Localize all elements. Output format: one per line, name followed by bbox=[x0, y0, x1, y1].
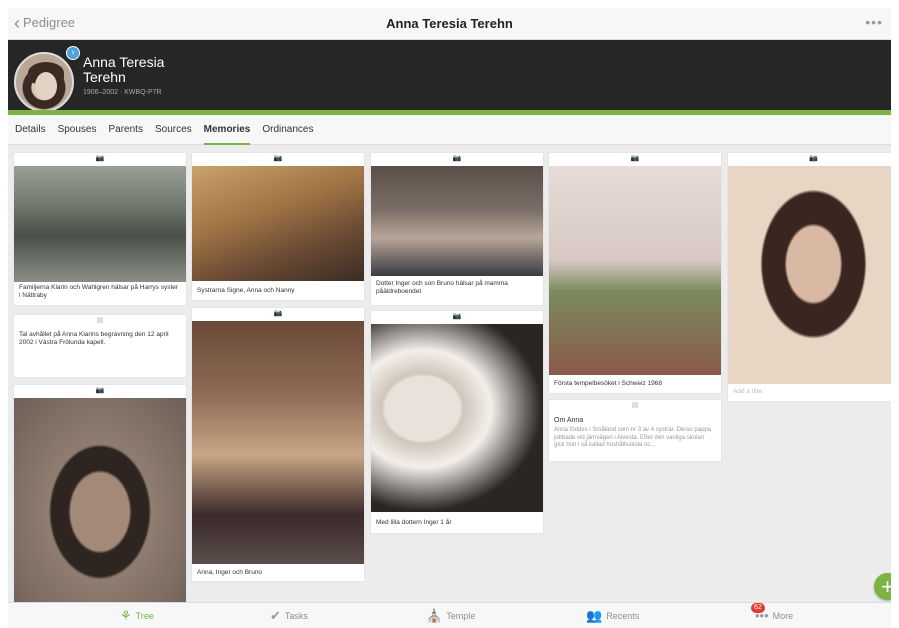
tabbar-recents[interactable]: 👥 Recents bbox=[586, 608, 639, 624]
photo-icon: 📷 bbox=[273, 155, 283, 162]
memory-text: Tal avhållet på Anna Klarins begravning … bbox=[19, 331, 169, 346]
memory-photo bbox=[371, 166, 543, 276]
tab-parents[interactable]: Parents bbox=[109, 115, 143, 145]
memory-card-care-home[interactable]: 📷 Dotter Inger och son Bruno hälsar på m… bbox=[371, 153, 543, 305]
memory-photo bbox=[14, 398, 186, 605]
notification-badge: 62 bbox=[751, 603, 765, 613]
tab-ordinances[interactable]: Ordinances bbox=[262, 115, 313, 145]
memory-card-daughter-inger[interactable]: 📷 Med lilla dottern Inger 1 år bbox=[371, 311, 543, 533]
checkmark-icon: ✔ bbox=[270, 608, 281, 623]
memory-caption: Systrarna Signe, Anna och Nanny bbox=[197, 287, 295, 294]
memory-photo bbox=[192, 321, 364, 564]
add-title-placeholder[interactable]: Add a title. bbox=[733, 388, 891, 396]
memory-card-portrait-young[interactable]: 📷 bbox=[14, 385, 186, 605]
tabbar-more[interactable]: ••• 62 More bbox=[751, 603, 794, 623]
memory-photo bbox=[371, 324, 543, 512]
back-button[interactable]: ‹ Pedigree bbox=[14, 12, 76, 33]
memory-caption: Dotter Inger och son Bruno hälsar på mam… bbox=[376, 280, 508, 295]
add-memory-button[interactable]: + bbox=[874, 573, 891, 600]
photo-icon: 📷 bbox=[273, 310, 283, 317]
chevron-left-icon: ‹ bbox=[14, 12, 20, 33]
tabbar-more-label: More bbox=[772, 610, 794, 621]
memory-photo bbox=[192, 166, 364, 281]
tabbar-temple-label: Temple bbox=[446, 611, 476, 621]
memory-caption: Familjerna Klarin och Wahlgren hälsar på… bbox=[19, 284, 179, 299]
photo-icon: 📷 bbox=[95, 155, 105, 162]
photo-icon: 📷 bbox=[809, 155, 818, 162]
tab-sources[interactable]: Sources bbox=[155, 115, 192, 145]
more-options-icon[interactable]: ••• bbox=[865, 14, 883, 30]
plus-icon: + bbox=[881, 574, 891, 599]
tabbar-tasks-label: Tasks bbox=[284, 611, 308, 621]
bottom-tab-bar: ⚘ Tree ✔ Tasks ⛪ Temple 👥 Recents ••• 62… bbox=[8, 602, 891, 628]
female-icon: ♀ bbox=[66, 46, 80, 60]
memory-card-document[interactable]: ▤ Tal avhållet på Anna Klarins begravnin… bbox=[14, 315, 186, 377]
tabbar-tree[interactable]: ⚘ Tree bbox=[120, 608, 154, 624]
app-frame: ‹ Pedigree Anna Teresia Terehn ••• ♀ Ann… bbox=[8, 8, 891, 628]
memory-card-family-photo[interactable]: 📷 Familjerna Klarin och Wahlgren hälsar … bbox=[14, 153, 186, 305]
memory-photo bbox=[728, 166, 891, 384]
memory-card-temple-visit[interactable]: 📷 Första tempelbesöket i Schweiz 1968 bbox=[549, 153, 721, 393]
tabbar-recents-label: Recents bbox=[606, 611, 640, 621]
memory-title: Om Anna bbox=[554, 417, 584, 424]
photo-icon: 📷 bbox=[95, 387, 105, 394]
tree-icon: ⚘ bbox=[120, 608, 132, 623]
memory-card-anna-inger-bruno[interactable]: 📷 Anna, Inger och Bruno bbox=[192, 308, 364, 581]
tabbar-temple[interactable]: ⛪ Temple bbox=[426, 608, 475, 624]
memory-caption: Anna, Inger och Bruno bbox=[197, 569, 263, 576]
tab-spouses[interactable]: Spouses bbox=[58, 115, 97, 145]
photo-icon: 📷 bbox=[452, 155, 462, 162]
memory-card-portrait-older[interactable]: 📷 Add a title. bbox=[728, 153, 891, 401]
memory-card-about-anna[interactable]: ▤ Om Anna Anna föddes i Småland som nr 3… bbox=[549, 400, 721, 461]
photo-icon: 📷 bbox=[630, 155, 640, 162]
photo-icon: 📷 bbox=[452, 313, 462, 320]
temple-icon: ⛪ bbox=[426, 608, 443, 623]
more-icon: ••• 62 bbox=[751, 603, 769, 623]
memory-photo bbox=[14, 166, 186, 282]
page-title: Anna Teresia Terehn bbox=[386, 16, 513, 31]
memory-card-sisters[interactable]: 📷 Systrarna Signe, Anna och Nanny bbox=[192, 153, 364, 300]
tab-details[interactable]: Details bbox=[15, 115, 46, 145]
memory-photo bbox=[549, 166, 721, 375]
top-nav-bar: ‹ Pedigree Anna Teresia Terehn ••• bbox=[8, 8, 891, 40]
document-icon: ▤ bbox=[96, 317, 104, 324]
tabbar-tree-label: Tree bbox=[135, 611, 154, 621]
people-icon: 👥 bbox=[586, 608, 603, 623]
tab-memories[interactable]: Memories bbox=[203, 115, 251, 145]
person-tabs: Details Spouses Parents Sources Memories… bbox=[8, 115, 891, 145]
avatar[interactable] bbox=[14, 52, 74, 112]
person-header: ♀ Anna Teresia Terehn 1906–2002 · KWBQ-P… bbox=[8, 40, 891, 112]
document-icon: ▤ bbox=[631, 402, 639, 409]
back-label: Pedigree bbox=[23, 15, 76, 30]
person-lifespan-id: 1906–2002 · KWBQ-P7R bbox=[83, 89, 162, 96]
memory-caption: Första tempelbesöket i Schweiz 1968 bbox=[554, 380, 663, 387]
tabbar-tasks[interactable]: ✔ Tasks bbox=[270, 608, 308, 624]
person-name: Anna Teresia Terehn bbox=[83, 54, 165, 85]
memory-text: Anna föddes i Småland som nr 3 av 4 syst… bbox=[554, 427, 712, 448]
memory-caption: Med lilla dottern Inger 1 år bbox=[376, 519, 452, 526]
